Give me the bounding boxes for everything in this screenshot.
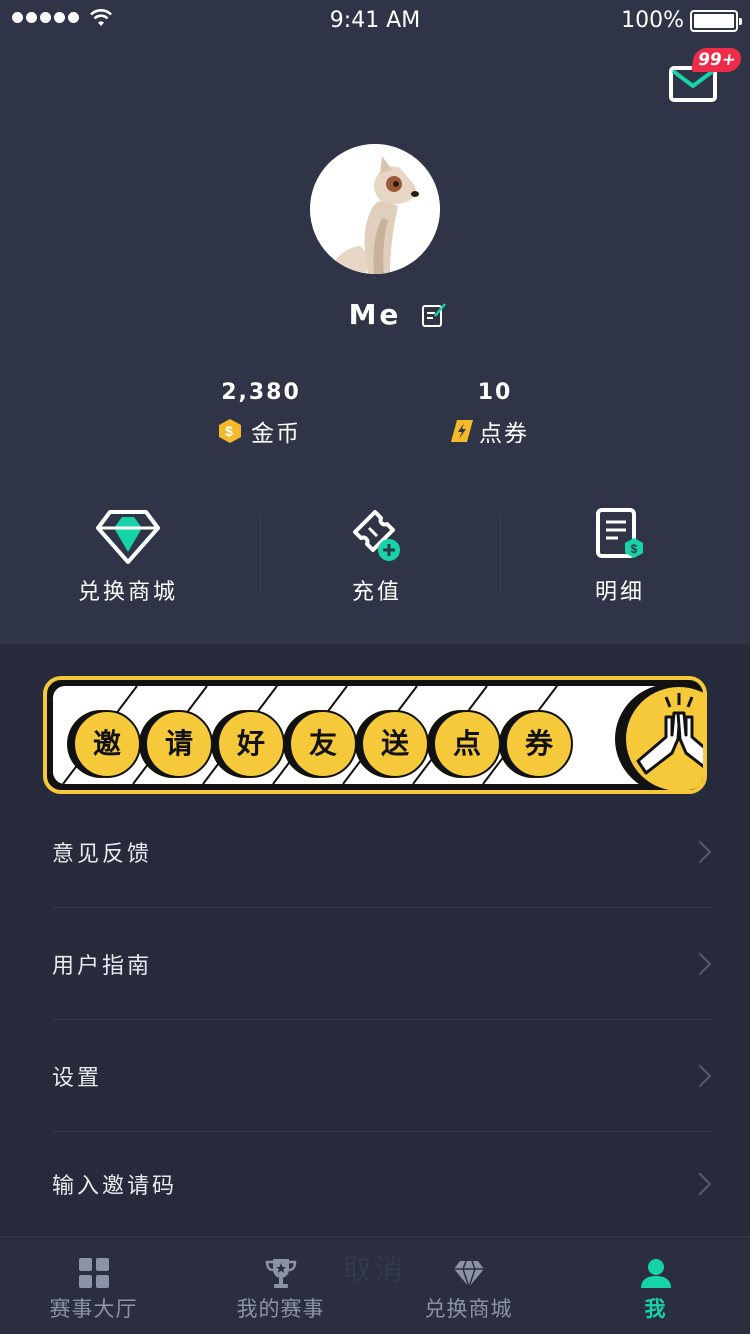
ghost-cancel-text: 取消 (342, 1253, 407, 1286)
banner-char: 请 (145, 710, 213, 778)
menu-item-invite-code[interactable]: 输入邀请码 (52, 1132, 712, 1236)
chevron-right-icon (688, 1172, 712, 1196)
tab-label: 赛事大厅 (49, 1297, 138, 1321)
banner-char: 好 (217, 710, 285, 778)
battery-icon (690, 10, 742, 32)
chevron-right-icon (688, 840, 712, 863)
profile-name: Me (348, 298, 402, 331)
menu-item-user-guide[interactable]: 用户指南 (52, 908, 712, 1020)
menu-item-feedback[interactable]: 意见反馈 (52, 796, 712, 908)
menu-item-label: 输入邀请码 (52, 1174, 178, 1199)
status-bar: 9:41 AM 100% (0, 0, 750, 42)
tab-label: 我 (644, 1297, 667, 1321)
invite-banner[interactable]: 邀 请 好 友 送 点 券 (43, 676, 707, 794)
battery-percent: 100% (621, 8, 684, 33)
coin-icon: $ (219, 419, 241, 443)
action-details[interactable]: $ 明细 (500, 508, 740, 606)
mail-badge: 99+ (691, 48, 743, 72)
dog-avatar-icon (310, 144, 440, 274)
tab-label: 兑换商城 (424, 1297, 513, 1321)
banner-char: 点 (433, 710, 501, 778)
tab-label: 我的赛事 (236, 1297, 325, 1321)
action-label: 明细 (594, 580, 645, 605)
menu-item-label: 用户指南 (52, 953, 153, 979)
coin-label-row: $ 金币 (217, 416, 301, 447)
chevron-right-icon (688, 952, 712, 975)
ticket-label-row: 点券 (449, 416, 529, 447)
invite-banner-strip: 邀 请 好 友 送 点 券 (53, 686, 697, 784)
ticket-plus-icon (353, 510, 400, 561)
banner-char: 友 (289, 710, 357, 778)
svg-text:$: $ (631, 542, 638, 556)
high-five-icon (623, 684, 703, 790)
avatar[interactable] (310, 144, 440, 274)
action-exchange-mall[interactable]: 兑换商城 (8, 508, 248, 606)
coin-count: 2,380 (221, 380, 301, 405)
banner-char: 券 (505, 710, 573, 778)
diamond-icon (96, 510, 160, 564)
receipt-icon: $ (596, 508, 643, 558)
action-recharge[interactable]: 充值 (257, 508, 497, 606)
menu-item-label: 设置 (52, 1065, 103, 1091)
chevron-right-icon (688, 1064, 712, 1087)
menu-item-settings[interactable]: 设置 (52, 1020, 712, 1132)
ticket-label: 点券 (479, 421, 529, 447)
svg-text:$: $ (225, 423, 235, 439)
bolt-ticket-icon (451, 420, 473, 442)
banner-char: 邀 (73, 710, 141, 778)
menu-item-label: 意见反馈 (52, 841, 153, 867)
action-label: 充值 (351, 580, 402, 605)
action-label: 兑换商城 (77, 580, 178, 605)
ticket-count: 10 (477, 380, 513, 405)
banner-char: 送 (361, 710, 429, 778)
edit-icon[interactable] (421, 302, 447, 328)
coin-label: 金币 (251, 421, 301, 447)
